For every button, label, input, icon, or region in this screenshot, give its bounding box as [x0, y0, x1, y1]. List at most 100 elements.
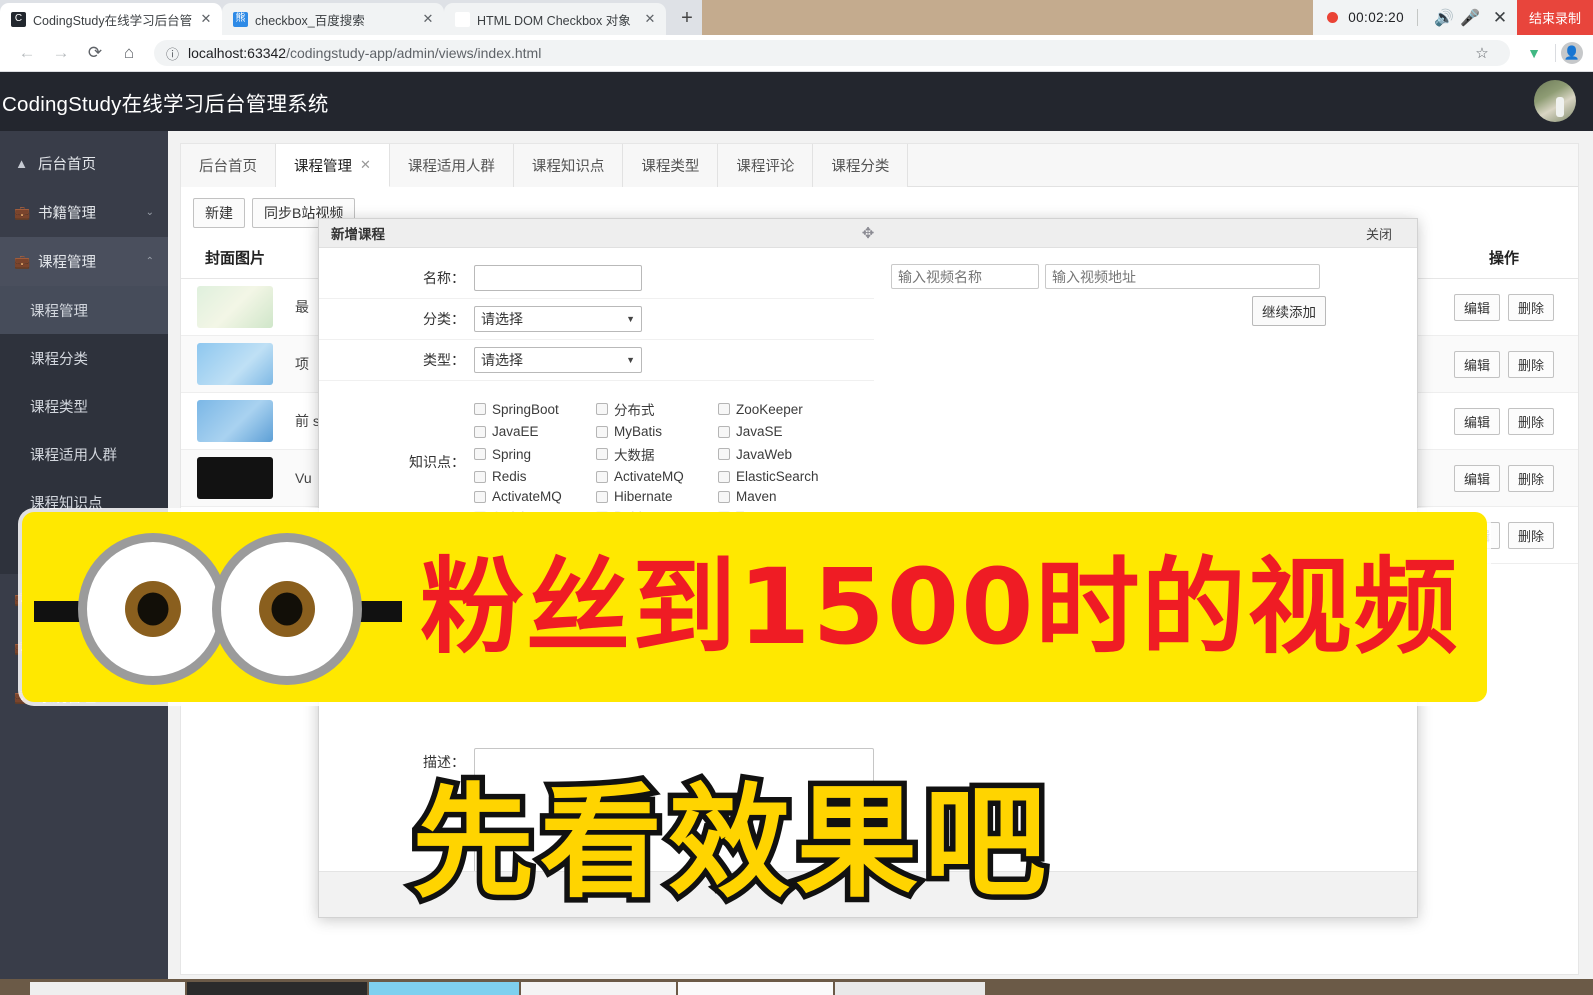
- close-dialog-button[interactable]: 关闭: [1366, 224, 1392, 243]
- checkbox-item[interactable]: Redis: [474, 469, 596, 484]
- delete-button[interactable]: 删除: [1507, 293, 1554, 321]
- close-icon[interactable]: ✕: [360, 157, 371, 173]
- taskbar-item[interactable]: [835, 982, 985, 995]
- checkbox-item[interactable]: MyBatis: [596, 424, 718, 439]
- avatar[interactable]: [1534, 80, 1576, 122]
- taskbar-item[interactable]: [30, 982, 185, 995]
- taskbar-item[interactable]: [521, 982, 676, 995]
- back-button[interactable]: ←: [10, 43, 44, 63]
- bookmark-star-icon[interactable]: ☆: [1466, 44, 1498, 62]
- checkbox-item[interactable]: JavaSE: [718, 424, 853, 439]
- tab-home[interactable]: 后台首页: [181, 144, 276, 187]
- tab-course-manage[interactable]: 课程管理 ✕: [276, 144, 390, 187]
- category-select[interactable]: 请选择 ▼: [474, 306, 642, 332]
- browser-tab-1[interactable]: 熊 checkbox_百度搜索 ✕: [222, 3, 444, 35]
- checkbox-icon[interactable]: [474, 448, 486, 460]
- checkbox-item[interactable]: ActivateMQ: [474, 489, 596, 504]
- checkbox-item[interactable]: SpringBoot: [474, 399, 596, 419]
- checkbox-icon[interactable]: [474, 470, 486, 483]
- checkbox-icon[interactable]: [718, 403, 730, 415]
- tab-label: 课程评论: [736, 159, 795, 175]
- checkbox-item[interactable]: JavaEE: [474, 424, 596, 439]
- checkbox-item[interactable]: Spring: [474, 444, 596, 464]
- continue-add-button[interactable]: 继续添加: [1252, 296, 1326, 326]
- end-recording-button[interactable]: 结束录制: [1516, 0, 1593, 35]
- divider: [1555, 44, 1556, 62]
- sidebar-item-books[interactable]: 💼 书籍管理 ⌄: [0, 188, 168, 237]
- checkbox-item[interactable]: ActivateMQ: [596, 469, 718, 484]
- video-url-input[interactable]: [1045, 264, 1320, 289]
- edit-button[interactable]: 编辑: [1454, 293, 1501, 321]
- tab-course-audience[interactable]: 课程适用人群: [389, 144, 514, 187]
- checkbox-icon[interactable]: [596, 490, 608, 503]
- tab-course-knowledge[interactable]: 课程知识点: [513, 144, 624, 187]
- checkbox-icon[interactable]: [718, 425, 730, 438]
- home-button[interactable]: ⌂: [112, 43, 146, 63]
- checkbox-item[interactable]: 大数据: [596, 444, 718, 464]
- checkbox-icon[interactable]: [596, 403, 608, 415]
- checkbox-icon[interactable]: [474, 490, 486, 503]
- sidebar-item-home[interactable]: ▲ 后台首页: [0, 139, 168, 188]
- site-info-icon[interactable]: ⓘ: [166, 44, 179, 63]
- taskbar-item[interactable]: [369, 982, 519, 995]
- delete-button[interactable]: 删除: [1507, 521, 1554, 549]
- checkbox-item[interactable]: 分布式: [596, 399, 718, 419]
- tab-course-type[interactable]: 课程类型: [623, 144, 719, 187]
- checkbox-icon[interactable]: [596, 470, 608, 483]
- checkbox-item[interactable]: ZooKeeper: [718, 399, 853, 419]
- checkbox-icon[interactable]: [596, 425, 608, 438]
- recording-dot-icon: [1327, 12, 1339, 23]
- coding-icon: C: [11, 11, 26, 27]
- sidebar-subitem-course-audience[interactable]: 课程适用人群: [0, 430, 168, 478]
- briefcase-icon: 💼: [14, 204, 31, 220]
- move-handle-icon[interactable]: ✥: [862, 224, 875, 242]
- checkbox-item[interactable]: Maven: [718, 489, 853, 504]
- new-tab-button[interactable]: +: [672, 3, 702, 33]
- checkbox-icon[interactable]: [718, 470, 730, 483]
- sidebar-subitem-course-manage[interactable]: 课程管理: [0, 286, 168, 334]
- checkbox-icon[interactable]: [474, 425, 486, 438]
- checkbox-icon[interactable]: [596, 448, 608, 460]
- video-name-input[interactable]: [891, 264, 1039, 289]
- close-icon[interactable]: ✕: [643, 11, 657, 27]
- delete-button[interactable]: 删除: [1507, 464, 1554, 492]
- url-path: /codingstudy-app/admin/views/index.html: [286, 45, 542, 61]
- sidebar-subitem-course-type[interactable]: 课程类型: [0, 382, 168, 430]
- edit-button[interactable]: 编辑: [1454, 350, 1501, 378]
- type-label: 类型：: [423, 352, 465, 368]
- edit-button[interactable]: 编辑: [1454, 464, 1501, 492]
- knowledge-points-row: 知识点： SpringBoot 分布式 ZooKeeper JavaEE MyB…: [319, 381, 1417, 525]
- taskbar-item[interactable]: [678, 982, 833, 995]
- browser-tab-2[interactable]: S HTML DOM Checkbox 对象 ✕: [444, 3, 666, 35]
- speaker-icon[interactable]: 🔊: [1431, 8, 1457, 28]
- close-icon[interactable]: ✕: [421, 11, 435, 27]
- tab-course-category[interactable]: 课程分类: [813, 144, 909, 187]
- taskbar-item[interactable]: [187, 982, 367, 995]
- app-header: CodingStudy在线学习后台管理系统: [0, 72, 1593, 131]
- delete-button[interactable]: 删除: [1507, 407, 1554, 435]
- type-select[interactable]: 请选择 ▼: [474, 347, 642, 373]
- checkbox-icon[interactable]: [718, 448, 730, 460]
- checkbox-item[interactable]: Hibernate: [596, 489, 718, 504]
- sidebar-subitem-course-category[interactable]: 课程分类: [0, 334, 168, 382]
- dialog-header[interactable]: 新增课程 ✥ 关闭: [319, 219, 1417, 248]
- checkbox-item[interactable]: JavaWeb: [718, 444, 853, 464]
- browser-tab-0[interactable]: C CodingStudy在线学习后台管理 ✕: [0, 3, 222, 35]
- delete-button[interactable]: 删除: [1507, 350, 1554, 378]
- forward-button[interactable]: →: [44, 43, 78, 63]
- close-icon[interactable]: ✕: [199, 11, 213, 27]
- checkbox-item[interactable]: ElasticSearch: [718, 469, 853, 484]
- checkbox-icon[interactable]: [718, 490, 730, 503]
- course-name-input[interactable]: [474, 265, 642, 291]
- vue-devtools-icon[interactable]: ▼: [1518, 45, 1550, 61]
- new-button[interactable]: 新建: [193, 198, 245, 228]
- address-bar[interactable]: ⓘ localhost:63342 /codingstudy-app/admin…: [154, 40, 1510, 66]
- close-icon[interactable]: ✕: [1483, 8, 1517, 28]
- checkbox-icon[interactable]: [474, 403, 486, 415]
- profile-icon[interactable]: 👤: [1561, 42, 1583, 64]
- tab-course-comment[interactable]: 课程评论: [718, 144, 814, 187]
- edit-button[interactable]: 编辑: [1454, 407, 1501, 435]
- mic-muted-icon[interactable]: 🎤: [1457, 8, 1483, 28]
- reload-button[interactable]: ⟳: [78, 43, 112, 63]
- sidebar-item-courses[interactable]: 💼 课程管理 ⌃: [0, 237, 168, 286]
